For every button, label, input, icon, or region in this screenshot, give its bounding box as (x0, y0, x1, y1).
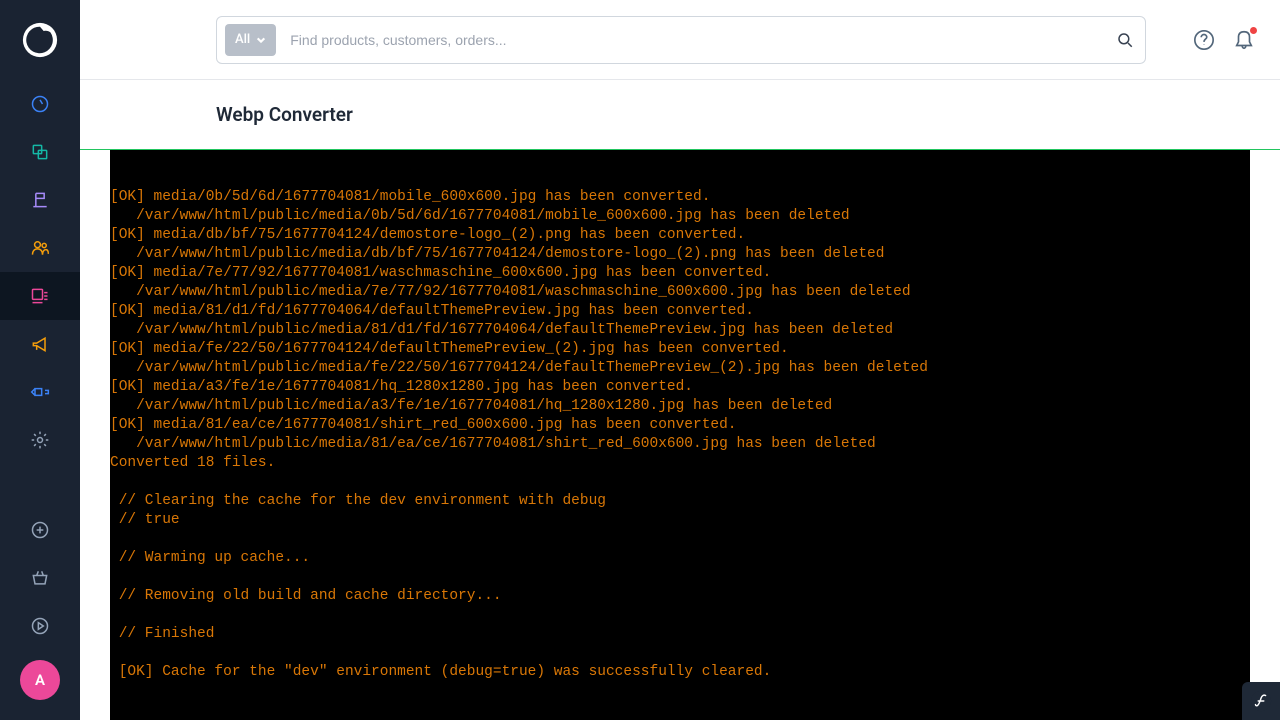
nav-icons (0, 80, 80, 464)
app-logo[interactable] (0, 0, 80, 80)
nav-customers[interactable] (0, 224, 80, 272)
nav-dashboard[interactable] (0, 80, 80, 128)
sidebar: A (0, 0, 80, 720)
search-filter-label: All (235, 32, 250, 47)
nav-settings[interactable] (0, 416, 80, 464)
search-input[interactable] (276, 17, 1105, 63)
subheader: Webp Converter (80, 80, 1280, 150)
notification-dot-icon (1250, 27, 1257, 34)
nav-add[interactable] (0, 506, 80, 554)
search-filter-dropdown[interactable]: All (225, 24, 276, 56)
terminal-output: [OK] media/0b/5d/6d/1677704081/mobile_60… (110, 150, 1250, 720)
notifications-button[interactable] (1232, 28, 1256, 52)
search-icon[interactable] (1105, 31, 1145, 49)
page-title: Webp Converter (216, 103, 353, 126)
topbar-right (1192, 28, 1256, 52)
nav-basket[interactable] (0, 554, 80, 602)
avatar[interactable]: A (20, 660, 60, 700)
nav-extensions[interactable] (0, 368, 80, 416)
sidebar-bottom: A (0, 506, 80, 720)
nav-play[interactable] (0, 602, 80, 650)
chevron-down-icon (256, 35, 266, 45)
nav-catalog[interactable] (0, 128, 80, 176)
nav-orders[interactable] (0, 176, 80, 224)
help-button[interactable] (1192, 28, 1216, 52)
symfony-badge[interactable] (1242, 682, 1280, 720)
nav-marketing[interactable] (0, 320, 80, 368)
topbar: All (80, 0, 1280, 80)
search-bar: All (216, 16, 1146, 64)
nav-content[interactable] (0, 272, 80, 320)
